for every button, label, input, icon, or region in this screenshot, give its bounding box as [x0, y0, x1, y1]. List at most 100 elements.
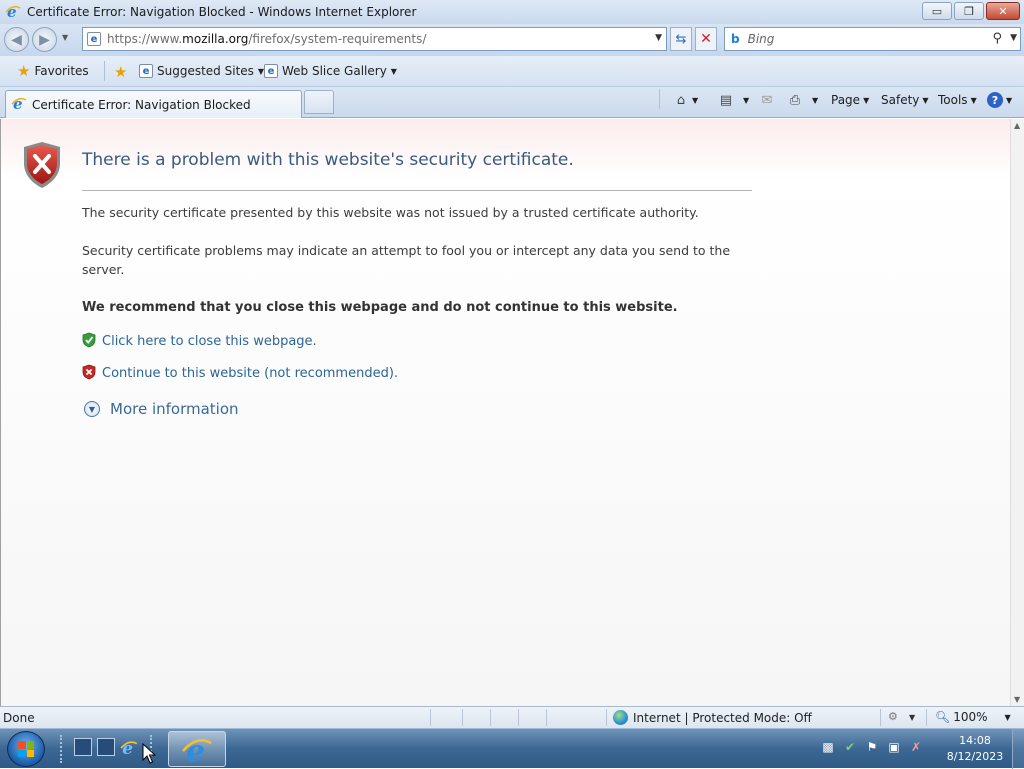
start-button[interactable]	[7, 731, 45, 767]
read-mail-button[interactable]: ✉	[759, 92, 775, 108]
status-separator	[546, 709, 547, 726]
web-slice-gallery-item[interactable]: e Web Slice Gallery ▼	[264, 64, 397, 78]
recent-pages-dropdown-icon[interactable]: ▼	[62, 33, 68, 42]
safety-menu[interactable]: Safety ▼	[881, 93, 929, 107]
refresh-icon: ⇆	[675, 31, 687, 47]
internet-explorer-icon: e	[5, 3, 21, 22]
network-tray-icon[interactable]: ▣	[886, 739, 902, 755]
help-icon: ?	[987, 92, 1003, 108]
tab-label: Certificate Error: Navigation Blocked	[32, 97, 251, 112]
scroll-down-icon[interactable]: ▼	[1014, 695, 1020, 704]
status-separator	[462, 709, 463, 726]
chevron-down-icon[interactable]: ▼	[909, 713, 915, 722]
new-tab-button[interactable]	[304, 90, 334, 114]
refresh-button[interactable]: ⇆	[670, 27, 692, 51]
safety-menu-label: Safety	[881, 93, 920, 107]
clock-date: 8/12/2023	[946, 750, 1004, 763]
page-icon: e	[87, 32, 101, 46]
favorites-label: Favorites	[34, 64, 89, 78]
green-shield-icon	[82, 332, 96, 351]
expand-chevron-icon: ▼	[84, 401, 100, 417]
more-information-link[interactable]: More information	[110, 400, 239, 418]
zoom-level: 100%	[953, 710, 988, 724]
address-dropdown-icon[interactable]: ▼	[655, 33, 662, 43]
close-webpage-link[interactable]: Click here to close this webpage.	[102, 334, 317, 349]
address-bar[interactable]: e https://www.mozilla.org/firefox/system…	[82, 27, 667, 51]
search-box[interactable]: b Bing ⚲ ▼	[724, 27, 1021, 51]
compatibility-icon[interactable]: ⚙	[888, 710, 898, 723]
continue-row: Continue to this website (not recommende…	[82, 364, 398, 383]
add-to-favorites-bar-icon[interactable]: ★	[114, 63, 127, 81]
status-separator	[880, 709, 881, 726]
scroll-up-icon[interactable]: ▲	[1014, 121, 1020, 130]
show-desktop-button[interactable]	[1012, 729, 1024, 769]
search-icon[interactable]: ⚲	[992, 31, 1002, 46]
taskbar-internet-explorer-button[interactable]: e	[168, 731, 226, 767]
notes-tray-icon[interactable]: ▩	[820, 739, 836, 755]
page-menu[interactable]: Page ▼	[831, 93, 869, 107]
internet-explorer-icon: e	[182, 734, 212, 765]
security-tray-icon[interactable]: ✔	[842, 739, 858, 755]
stop-button[interactable]: ✕	[695, 27, 717, 51]
action-center-flag-icon[interactable]: ⚑	[864, 739, 880, 755]
print-button[interactable]: ⎙ ▼	[787, 92, 818, 108]
search-options-dropdown-icon[interactable]: ▼	[1010, 33, 1017, 43]
forward-arrow-icon: ▶	[39, 31, 50, 48]
close-webpage-row: Click here to close this webpage.	[82, 332, 317, 351]
help-menu[interactable]: ? ▼	[987, 92, 1012, 108]
vertical-scrollbar[interactable]: ▲ ▼	[1010, 119, 1024, 706]
window-title: Certificate Error: Navigation Blocked - …	[27, 5, 417, 19]
forward-button[interactable]: ▶	[32, 27, 57, 52]
error-description: The security certificate presented by th…	[82, 205, 699, 220]
stop-icon: ✕	[700, 31, 712, 47]
recommendation-text: We recommend that you close this webpage…	[82, 300, 678, 315]
feeds-button[interactable]: ▤ ▼	[718, 92, 749, 108]
chevron-down-icon: ▼	[1006, 95, 1013, 105]
mouse-cursor-icon	[142, 743, 156, 764]
minimize-button[interactable]: ▭	[922, 2, 952, 20]
favorites-bar: ★ Favorites ★ e Suggested Sites ▼ e Web …	[0, 56, 1024, 87]
tab-certificate-error[interactable]: e Certificate Error: Navigation Blocked	[5, 90, 302, 118]
svg-text:e: e	[186, 734, 205, 765]
bing-icon: b	[731, 32, 740, 46]
home-button[interactable]: ⌂ ▼	[673, 92, 698, 108]
windows-logo-icon	[18, 741, 34, 757]
zone-label: Internet | Protected Mode: Off	[633, 710, 812, 725]
show-desktop-quicklaunch-icon[interactable]	[74, 738, 92, 756]
favorites-star-icon: ★	[17, 62, 31, 80]
back-button[interactable]: ◀	[4, 27, 29, 52]
red-shield-icon	[82, 364, 96, 383]
address-url[interactable]: https://www.mozilla.org/firefox/system-r…	[107, 32, 426, 46]
suggested-sites-label: Suggested Sites	[157, 64, 254, 78]
close-window-button[interactable]: ✕	[986, 2, 1020, 20]
tools-menu[interactable]: Tools ▼	[938, 93, 977, 107]
zoom-level-button[interactable]: 🔍︎ 100% ▼	[935, 710, 1011, 724]
taskbar-grip[interactable]	[60, 735, 64, 763]
title-divider	[82, 190, 752, 191]
window-titlebar: e Certificate Error: Navigation Blocked …	[0, 0, 1024, 24]
search-placeholder[interactable]: Bing	[748, 32, 775, 46]
favorites-button[interactable]: ★ Favorites	[17, 62, 89, 80]
chevron-down-icon: ▼	[970, 95, 977, 105]
chevron-down-icon: ▼	[390, 66, 397, 76]
suggested-sites-item[interactable]: e Suggested Sites ▼	[139, 64, 264, 78]
mail-icon: ✉	[761, 92, 773, 108]
maximize-button[interactable]: ❐	[954, 2, 984, 20]
switch-windows-quicklaunch-icon[interactable]	[97, 738, 115, 756]
status-separator	[606, 709, 607, 726]
tools-menu-label: Tools	[938, 93, 968, 107]
ie-quicklaunch-icon[interactable]: e	[120, 738, 138, 756]
system-tray: ▩ ✔ ⚑ ▣ ✗	[820, 739, 924, 755]
security-zone[interactable]: Internet | Protected Mode: Off	[613, 710, 812, 725]
error-title: There is a problem with this website's s…	[82, 150, 574, 170]
taskbar-clock[interactable]: 14:08 8/12/2023	[945, 733, 1005, 765]
navigation-bar: ◀ ▶ ▼ e https://www.mozilla.org/firefox/…	[0, 24, 1024, 56]
more-information-toggle[interactable]: ▼ More information	[84, 400, 239, 418]
zoom-magnifier-icon: 🔍︎	[935, 710, 951, 724]
status-bar: Done Internet | Protected Mode: Off ⚙ ▼ …	[0, 706, 1024, 728]
status-separator	[490, 709, 491, 726]
home-icon: ⌂	[676, 92, 686, 108]
continue-to-website-link[interactable]: Continue to this website (not recommende…	[102, 366, 398, 381]
volume-muted-icon[interactable]: ✗	[908, 739, 924, 755]
status-separator	[518, 709, 519, 726]
